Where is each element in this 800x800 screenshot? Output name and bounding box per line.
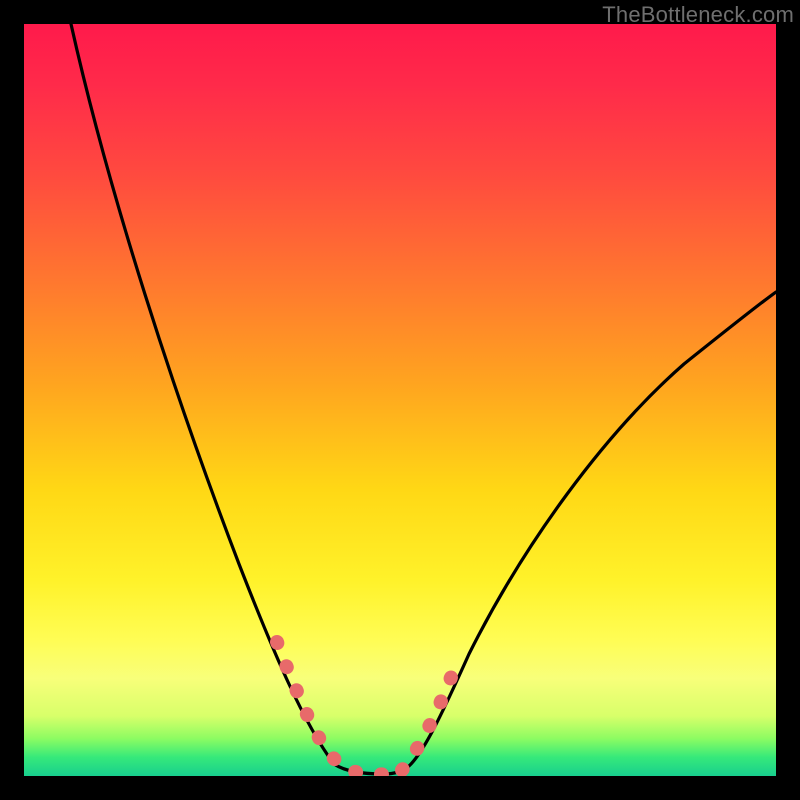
bottleneck-curve: [71, 24, 776, 774]
chart-frame: TheBottleneck.com: [0, 0, 800, 800]
curve-layer: [24, 24, 776, 776]
left-highlight-segment: [277, 642, 394, 774]
plot-area: [24, 24, 776, 776]
right-highlight-segment: [402, 670, 454, 770]
